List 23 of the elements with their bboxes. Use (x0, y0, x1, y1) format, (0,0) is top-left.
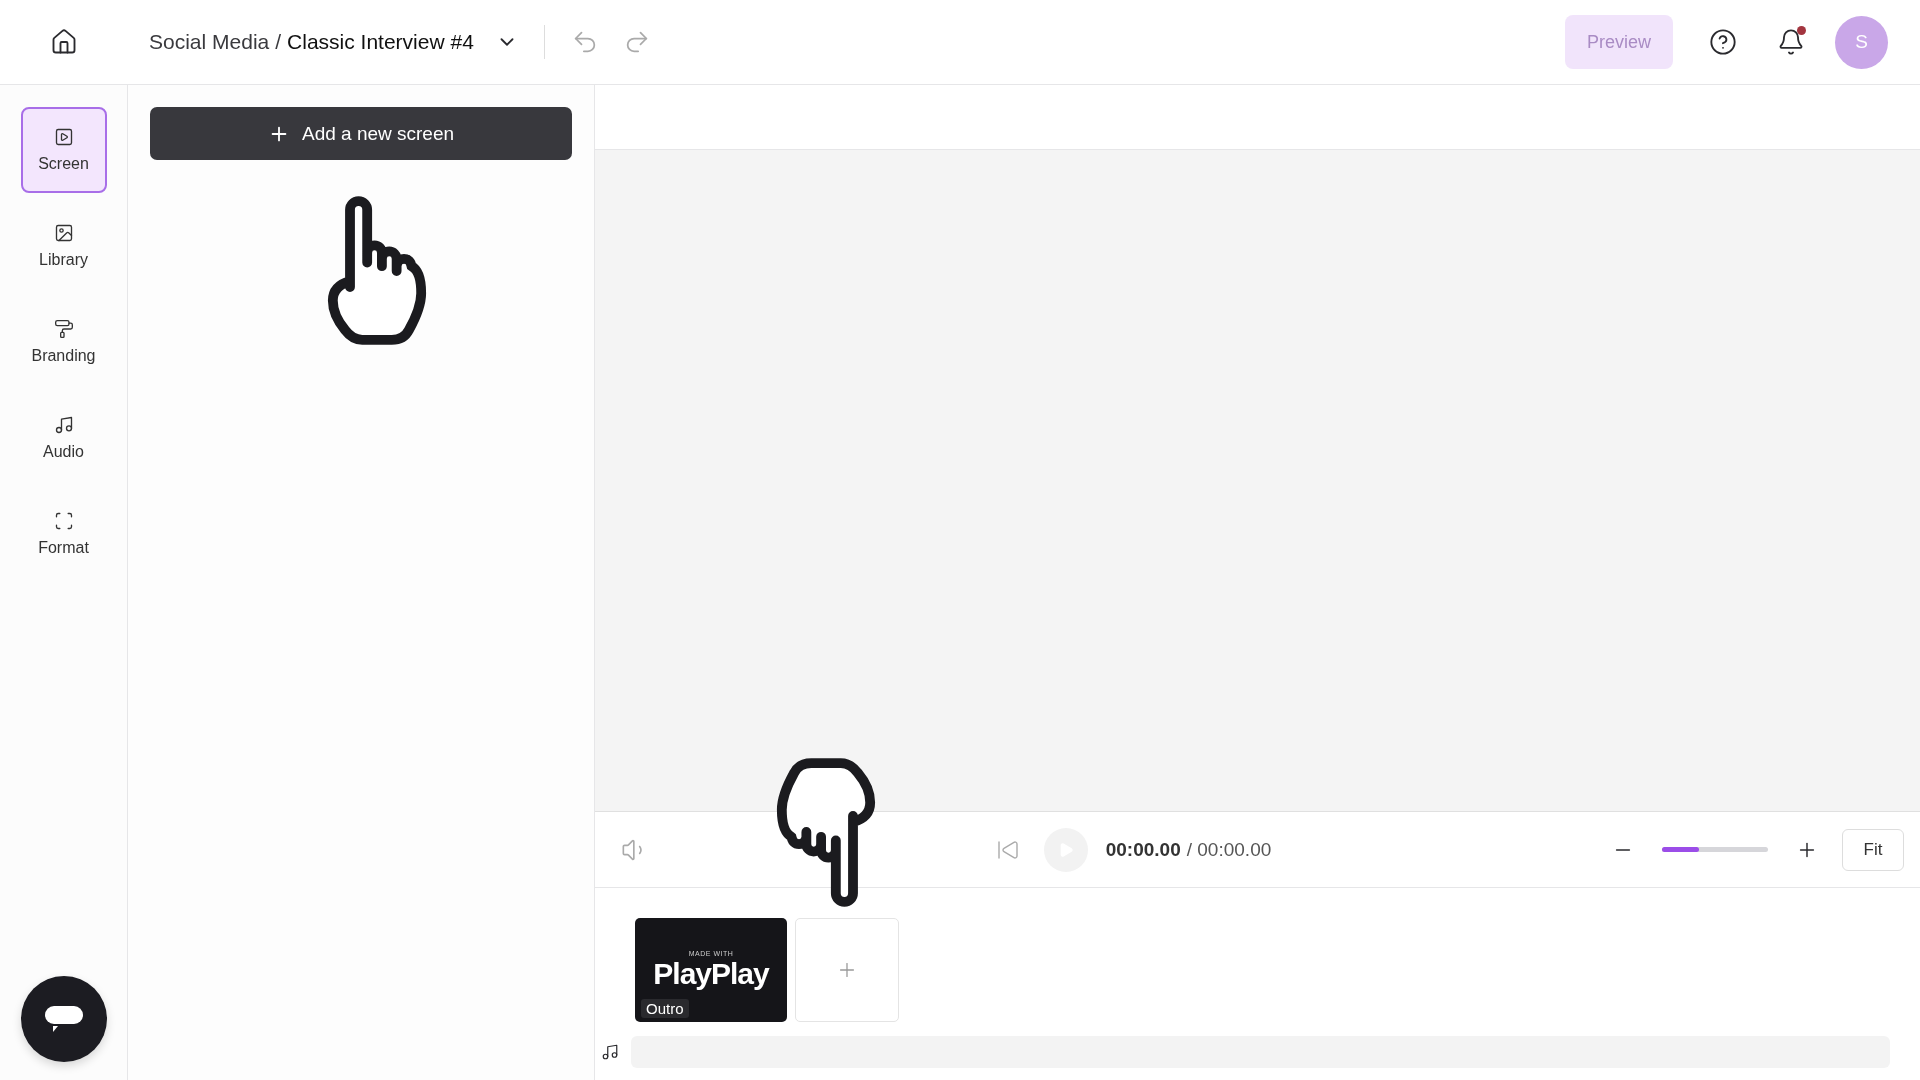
frame-corners-icon (53, 511, 74, 531)
brand-logo-text: PlayPlay (653, 956, 769, 991)
fit-button[interactable]: Fit (1842, 828, 1904, 871)
folder-name[interactable]: Social Media (149, 30, 270, 54)
sidebar-item[interactable]: Screen (20, 107, 107, 193)
sidebar-item[interactable]: Format (20, 491, 107, 577)
total-time: / 00:00.00 (1186, 838, 1272, 861)
chat-button[interactable] (21, 976, 107, 1062)
zoom-slider[interactable] (1662, 847, 1768, 852)
current-time: 00:00.00 (1105, 838, 1181, 861)
sidebar-item[interactable]: Audio (20, 395, 107, 481)
project-title: Classic Interview #4 (287, 30, 474, 54)
breadcrumb-separator: / (275, 30, 282, 54)
play-screen-icon (53, 127, 74, 147)
music-note-icon (601, 1043, 619, 1061)
sidebar-item[interactable]: Library (20, 203, 107, 289)
clip-label: Outro (641, 999, 689, 1018)
music-note-icon (53, 415, 74, 435)
sidebar-item[interactable]: Branding (20, 299, 107, 385)
paint-roller-icon (53, 319, 74, 339)
add-screen-button[interactable]: Add a new screen (150, 107, 572, 160)
add-clip-button[interactable] (795, 918, 899, 1022)
image-icon (53, 223, 74, 243)
